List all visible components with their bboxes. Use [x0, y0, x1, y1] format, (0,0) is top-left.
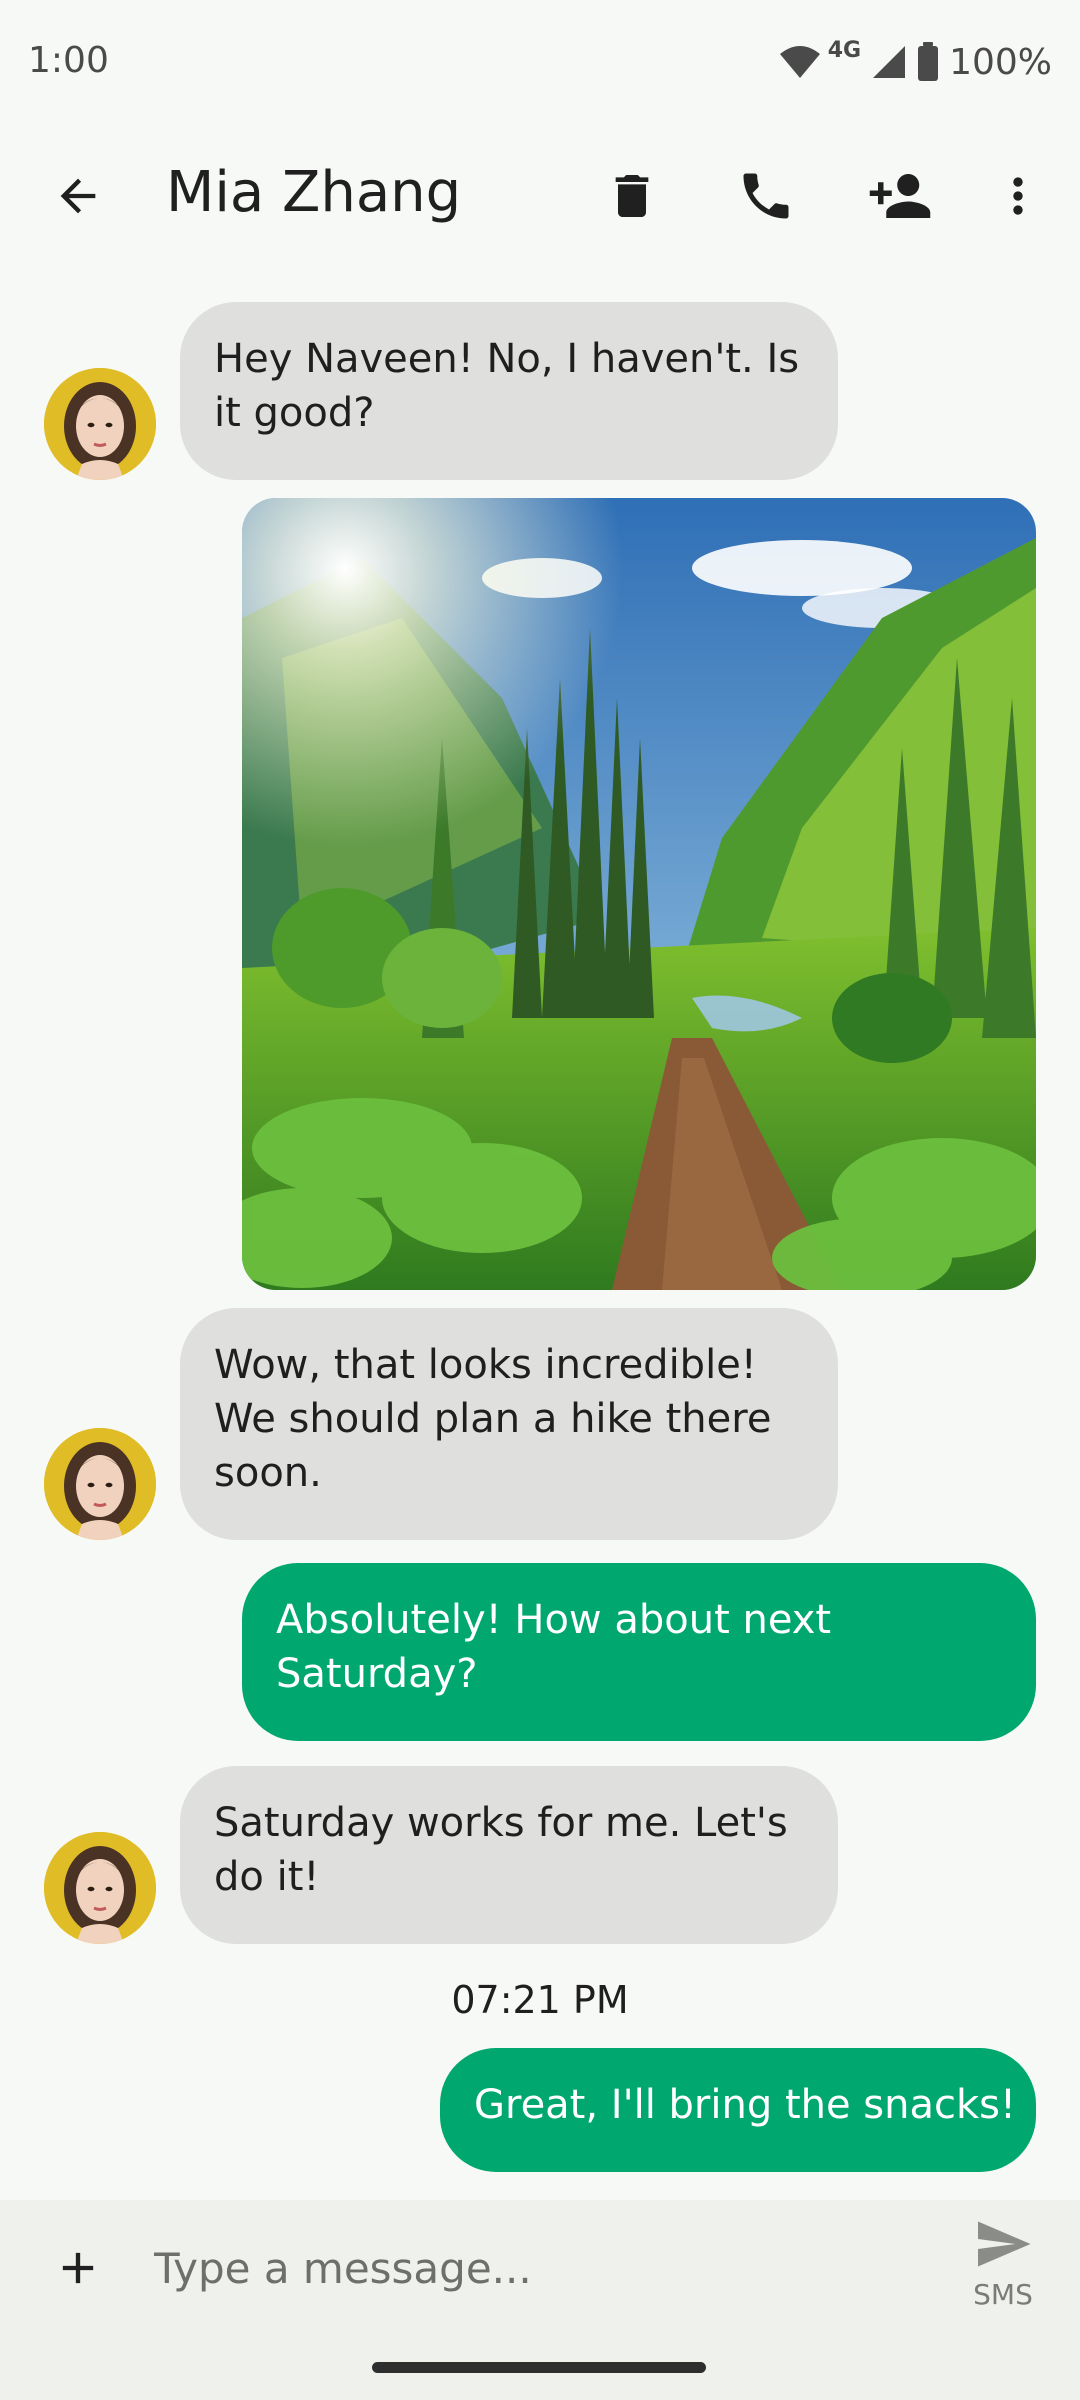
- add-contact-icon: [869, 174, 931, 218]
- home-indicator[interactable]: [372, 2362, 706, 2373]
- wifi-icon: [779, 46, 820, 78]
- send-icon: [978, 2221, 1031, 2267]
- cell-signal-icon: [873, 46, 906, 78]
- call-button[interactable]: [726, 156, 806, 236]
- delete-button[interactable]: [592, 156, 672, 236]
- back-button[interactable]: [38, 156, 118, 236]
- message-timestamp: 07:21 PM: [451, 1978, 629, 2022]
- network-type-label: 4G: [827, 37, 862, 63]
- send-sms-button[interactable]: SMS: [950, 2214, 1056, 2324]
- plus-icon: [62, 2252, 94, 2284]
- forest-valley-trail-image: [242, 498, 1036, 1290]
- attach-button[interactable]: [38, 2228, 118, 2308]
- back-arrow-icon: [60, 178, 96, 214]
- app-bar: Mia Zhang: [0, 126, 1080, 266]
- incoming-message-bubble[interactable]: Saturday works for me. Let's do it!: [180, 1766, 838, 1944]
- contact-avatar[interactable]: [44, 1832, 156, 1944]
- contact-avatar[interactable]: [44, 1428, 156, 1540]
- avatar-portrait-image: [44, 1428, 156, 1540]
- incoming-message-bubble[interactable]: Hey Naveen! No, I haven't. Is it good?: [180, 302, 838, 480]
- battery-percent: 100%: [949, 41, 1052, 83]
- status-time: 1:00: [28, 40, 109, 81]
- status-bar: 1:00 4G 100%: [0, 0, 1080, 126]
- more-options-button[interactable]: [978, 156, 1058, 236]
- phone-icon: [743, 173, 789, 219]
- battery-icon: [918, 42, 939, 81]
- delete-icon: [615, 175, 649, 217]
- avatar-portrait-image: [44, 1832, 156, 1944]
- outgoing-message-bubble[interactable]: Absolutely! How about next Saturday?: [242, 1563, 1036, 1741]
- send-label: SMS: [973, 2278, 1033, 2311]
- outgoing-message-bubble[interactable]: Great, I'll bring the snacks!: [440, 2048, 1036, 2172]
- message-input[interactable]: [154, 2230, 914, 2306]
- contact-avatar[interactable]: [44, 368, 156, 480]
- add-contact-button[interactable]: [860, 156, 940, 236]
- outgoing-image-message[interactable]: [242, 498, 1036, 1290]
- more-vert-icon: [1013, 177, 1023, 215]
- incoming-message-bubble[interactable]: Wow, that looks incredible! We should pl…: [180, 1308, 838, 1540]
- contact-title[interactable]: Mia Zhang: [166, 160, 461, 225]
- avatar-portrait-image: [44, 368, 156, 480]
- status-icons: 4G 100%: [778, 38, 1052, 86]
